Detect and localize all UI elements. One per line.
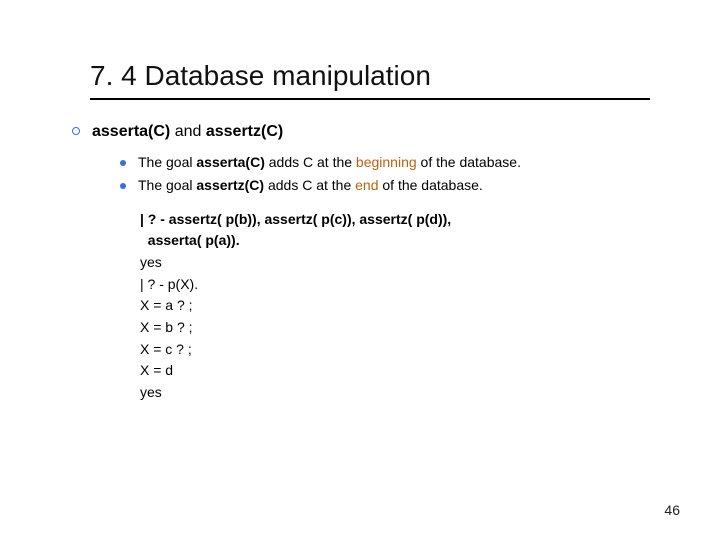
page-number: 46 — [664, 502, 680, 518]
list-item: The goal assertz(C) adds C at the end of… — [120, 176, 680, 195]
list-item-text: The goal asserta(C) adds C at the beginn… — [138, 153, 521, 172]
section-heading-text: asserta(C) and assertz(C) — [92, 122, 283, 143]
section-assertz: assertz(C) — [206, 123, 283, 140]
list-item-text: The goal assertz(C) adds C at the end of… — [138, 176, 483, 195]
strong-fragment: asserta(C) — [196, 154, 264, 170]
text-fragment: adds C at the — [265, 154, 356, 170]
filled-bullet-icon — [120, 183, 126, 189]
code-block: | ? - assertz( p(b)), assertz( p(c)), as… — [140, 209, 680, 404]
text-fragment: The goal — [138, 177, 196, 193]
code-query-line1b: asserta( p(a)). — [140, 232, 240, 248]
filled-bullet-icon — [120, 160, 126, 166]
code-output: yes | ? - p(X). X = a ? ; X = b ? ; X = … — [140, 254, 198, 400]
list-item: The goal asserta(C) adds C at the beginn… — [120, 153, 680, 172]
hollow-bullet-icon — [72, 127, 80, 135]
text-fragment: The goal — [138, 154, 196, 170]
strong-fragment: assertz(C) — [196, 177, 264, 193]
text-fragment: of the database. — [417, 154, 521, 170]
section-and: and — [170, 123, 206, 140]
title-underline — [90, 98, 650, 100]
highlight-fragment: beginning — [356, 154, 417, 170]
text-fragment: adds C at the — [264, 177, 355, 193]
section-asserta: asserta(C) — [92, 123, 170, 140]
text-fragment: of the database. — [379, 177, 483, 193]
slide-title: 7. 4 Database manipulation — [90, 60, 680, 92]
section-heading: asserta(C) and assertz(C) — [72, 122, 680, 143]
code-query-line1: | ? - assertz( p(b)), assertz( p(c)), as… — [140, 211, 451, 227]
highlight-fragment: end — [355, 177, 378, 193]
slide: 7. 4 Database manipulation asserta(C) an… — [0, 0, 720, 540]
bullet-list: The goal asserta(C) adds C at the beginn… — [120, 153, 680, 195]
